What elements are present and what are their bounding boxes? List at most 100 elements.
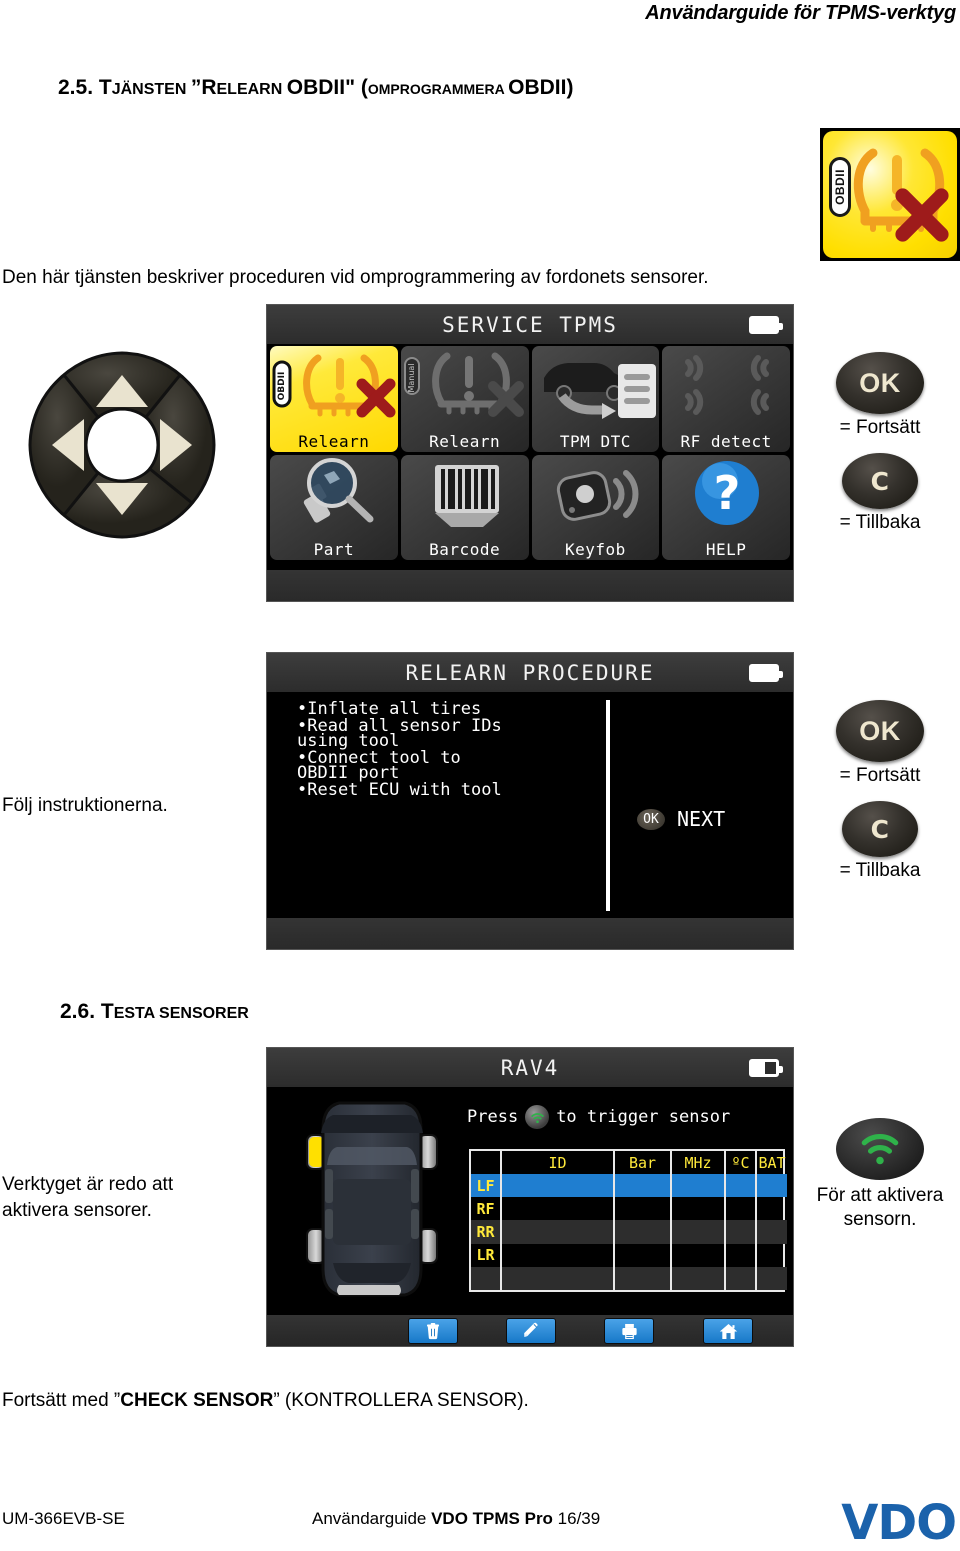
menu-item-relearn-manual[interactable]: Manual Relearn [400,346,529,452]
ok-key-chip-icon: OK [637,808,665,830]
table-cell-empty-degc [726,1266,757,1290]
obdii-badge-text: OBDII [833,169,847,205]
heading-obdii-2: OBDII) [508,76,574,99]
footer-center-text: Användarguide VDO TPMS Pro 16/39 [312,1509,600,1529]
ok-key-caption: = Fortsätt [839,417,921,438]
table-row-label-lr[interactable]: LR [471,1243,502,1267]
heading-cap-r: R [201,76,217,99]
menu-item-relearn-obdii[interactable]: OBDII Relearn [270,346,398,452]
screen-footer-bar [267,569,793,601]
ok-key-glyph: OK [859,367,901,398]
back-key[interactable]: C [842,453,918,509]
table-row-label-rr[interactable]: RR [471,1220,502,1244]
tool-ready-label: Verktyget är redo att aktivera sensorer. [2,1174,174,1221]
pencil-icon [523,1322,537,1337]
press-suffix: to trigger sensor [556,1107,731,1127]
screen-titlebar: RAV4 [267,1048,793,1088]
table-cell-lr-degc [726,1243,757,1267]
table-cell-rf-mhz [672,1197,726,1221]
table-row-label-empty [471,1266,502,1290]
procedure-step: •Read all sensor IDs using tool [297,715,502,751]
help-question-icon: ? [695,460,760,525]
service-menu-grid: OBDII Relearn Manual Relearn TPM DTC RF … [270,346,790,560]
table-cell-empty-id [502,1266,615,1290]
menu-label: Relearn [429,431,501,451]
table-cell-rr-mhz [672,1220,726,1244]
print-button[interactable] [604,1318,654,1344]
procedure-step: •Reset ECU with tool [297,779,502,800]
menu-item-help[interactable]: ? HELP [662,454,790,560]
footer-prefix: Användarguide [312,1509,432,1528]
table-header-degc: ºC [726,1151,757,1175]
heading-paren: ( [355,76,368,99]
section-number: 2.6. [60,1000,96,1023]
heading-cap-t: T [100,1000,114,1023]
menu-label: Relearn [298,431,370,451]
procedure-step-list: •Inflate all tires •Read all sensor IDs … [297,701,587,800]
menu-label: HELP [705,540,747,559]
trigger-key[interactable] [836,1118,924,1180]
menu-item-barcode[interactable]: Barcode [400,454,529,560]
table-row-label-lf[interactable]: LF [471,1174,502,1198]
heading-word-elearn: ELEARN [216,81,287,98]
press-prefix: Press [467,1107,519,1127]
menu-label: RF detect [680,431,772,451]
part-lookup-icon [303,457,374,523]
key-callouts-procedure: OK = Fortsätt C = Tillbaka [800,700,960,882]
rav4-toolbar [267,1314,793,1346]
delete-button[interactable] [408,1318,458,1344]
menu-item-rf-detect[interactable]: RF detect [662,346,790,452]
continue-bold: CHECK SENSOR [120,1390,274,1411]
table-header-id: ID [502,1151,615,1175]
home-button[interactable] [703,1318,753,1344]
table-header-bar: Bar [615,1151,672,1175]
home-icon [719,1323,737,1339]
page-footer: UM-366EVB-SE Användarguide VDO TPMS Pro … [0,1495,960,1551]
back-key-caption: = Tillbaka [839,860,921,881]
intro-paragraph: Den här tjänsten beskriver proceduren vi… [2,267,709,288]
back-key-caption: = Tillbaka [839,512,921,533]
menu-item-tpm-dtc[interactable]: TPM DTC [531,346,660,452]
table-cell-empty-bat [757,1266,787,1290]
ok-key[interactable]: OK [836,700,924,762]
rf-detect-icon [685,355,770,415]
back-key[interactable]: C [842,801,918,857]
footer-page: 16/39 [552,1509,601,1528]
next-action-row[interactable]: OK NEXT [637,807,725,831]
table-cell-lr-mhz [672,1243,726,1267]
red-x-icon [895,188,949,242]
menu-label: Part [313,540,355,559]
screen-titlebar: SERVICE TPMS [267,305,793,345]
table-cell-rr-id [502,1220,615,1244]
obdii-relearn-logo: OBDII [820,128,960,261]
menu-item-part[interactable]: Part [270,454,398,560]
ok-key-caption: = Fortsätt [839,765,921,786]
table-cell-lr-bat [757,1244,787,1267]
table-header-blank [471,1151,502,1175]
edit-button[interactable] [506,1318,556,1344]
navigation-dpad[interactable] [22,345,222,545]
continue-note: Fortsätt med ”CHECK SENSOR” (KONTROLLERA… [2,1388,529,1413]
vehicle-top-view-icon [306,1101,438,1297]
back-key-glyph: C [870,814,890,844]
screen-footer-bar [267,917,793,949]
footer-doc-code: UM-366EVB-SE [2,1509,125,1528]
menu-item-keyfob[interactable]: Keyfob [531,454,660,560]
battery-half-icon [749,1058,783,1077]
next-label: NEXT [677,807,726,831]
page-header-title: Användarguide för TPMS-verktyg [645,2,956,24]
back-key-glyph: C [870,466,890,496]
table-cell-lr-id [502,1243,615,1267]
service-tpms-screen: SERVICE TPMS OBDII Relearn Manual Relear… [266,304,794,602]
screen-titlebar: RELEARN PROCEDURE [267,653,793,693]
ok-key[interactable]: OK [836,352,924,414]
menu-label: Barcode [429,540,501,559]
svg-text:?: ? [714,466,741,520]
table-cell-lf-mhz [672,1174,726,1198]
heading-testa-sensorer: ESTA SENSORER [113,1005,249,1022]
barcode-icon [434,464,499,527]
screen-title-text: SERVICE TPMS [442,312,618,337]
continue-suffix: ” (KONTROLLERA SENSOR). [273,1390,529,1411]
table-row-label-rf[interactable]: RF [471,1197,502,1221]
table-header-bat: BAT [758,1153,786,1172]
